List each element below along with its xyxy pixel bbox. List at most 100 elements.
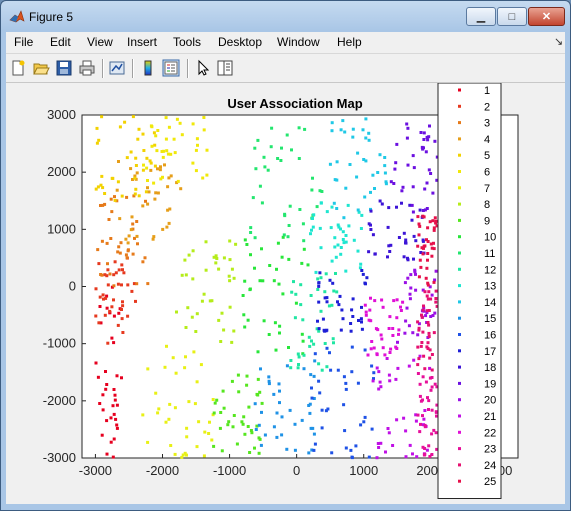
data-point-series-10	[306, 263, 310, 267]
legend-marker	[458, 333, 461, 336]
data-point-series-4	[127, 234, 131, 238]
data-point-series-16	[370, 427, 374, 431]
data-point-series-23	[421, 375, 425, 379]
data-point-series-1	[101, 408, 105, 412]
data-point-series-21	[414, 419, 418, 423]
data-point-series-7	[154, 391, 158, 395]
menu-window[interactable]: Window	[277, 35, 320, 49]
data-point-series-18	[395, 205, 398, 209]
data-point-series-1	[105, 419, 109, 423]
property-editor-icon[interactable]	[216, 59, 234, 77]
colorbar-icon[interactable]	[139, 59, 157, 77]
minimize-button[interactable]: ▁	[466, 7, 496, 26]
data-point-series-18	[369, 209, 373, 213]
data-point-series-22	[391, 334, 395, 337]
data-point-series-12	[310, 339, 313, 343]
menu-desktop[interactable]: Desktop	[218, 35, 262, 49]
data-point-series-25	[429, 242, 433, 246]
data-point-series-6	[154, 134, 158, 138]
data-point-series-16	[350, 370, 354, 374]
data-point-series-4	[124, 237, 128, 241]
data-point-series-10	[260, 247, 263, 251]
legend-icon[interactable]	[162, 59, 180, 77]
data-point-series-12	[319, 309, 323, 313]
data-point-series-7	[192, 350, 196, 354]
data-point-series-6	[166, 152, 170, 156]
window-title: Figure 5	[29, 10, 74, 24]
data-point-series-8	[215, 257, 219, 260]
data-point-series-18	[378, 199, 382, 203]
data-point-series-7	[146, 367, 150, 371]
data-point-series-22	[388, 351, 392, 354]
menu-view[interactable]: View	[87, 35, 113, 49]
data-point-series-3	[144, 199, 147, 203]
data-point-series-17	[318, 271, 322, 275]
legend-label: 18	[484, 362, 496, 374]
data-point-series-19	[393, 167, 397, 171]
menu-help[interactable]: Help	[337, 35, 362, 49]
data-point-series-13	[319, 201, 323, 205]
menu-edit[interactable]: Edit	[50, 35, 71, 49]
data-point-series-13	[359, 262, 363, 266]
data-point-series-9	[218, 426, 222, 430]
data-point-series-22	[391, 327, 395, 330]
data-point-series-4	[149, 168, 153, 172]
data-point-series-22	[389, 347, 393, 351]
data-point-series-8	[180, 273, 184, 277]
data-point-series-2	[130, 289, 134, 293]
data-point-series-6	[160, 150, 164, 153]
data-point-series-24	[421, 330, 425, 334]
pointer-icon[interactable]	[194, 59, 212, 77]
save-icon[interactable]	[55, 59, 73, 77]
data-point-series-12	[289, 359, 293, 362]
data-point-series-23	[423, 447, 427, 450]
data-point-series-17	[328, 278, 332, 282]
data-point-series-22	[395, 298, 399, 302]
maximize-button[interactable]: □	[497, 7, 527, 26]
print-icon[interactable]	[78, 59, 96, 77]
data-point-series-12	[317, 362, 321, 366]
data-point-series-3	[105, 241, 109, 245]
data-point-series-9	[258, 390, 262, 394]
data-point-series-3	[100, 239, 104, 243]
data-point-series-15	[259, 367, 262, 371]
data-point-series-4	[126, 241, 130, 245]
data-point-series-2	[113, 260, 117, 264]
data-point-series-1	[115, 374, 119, 378]
link-plot-icon[interactable]	[108, 59, 126, 77]
new-figure-icon[interactable]	[9, 59, 27, 77]
dock-arrow-icon[interactable]: ↘	[554, 35, 563, 48]
data-point-series-2	[117, 268, 121, 272]
data-point-series-4	[135, 234, 139, 238]
title-bar[interactable]: Figure 5 ▁ □ ✕	[1, 1, 570, 33]
data-point-series-6	[175, 117, 179, 121]
data-point-series-16	[342, 403, 346, 407]
data-point-series-24	[416, 345, 420, 349]
data-point-series-7	[174, 371, 178, 375]
data-point-series-6	[194, 169, 198, 173]
data-point-series-17	[357, 319, 360, 322]
menu-tools[interactable]: Tools	[173, 35, 201, 49]
data-point-series-1	[113, 398, 117, 402]
close-button[interactable]: ✕	[528, 7, 565, 26]
y-tick-label: -1000	[43, 336, 76, 351]
data-point-series-17	[361, 272, 365, 276]
data-point-series-16	[350, 345, 354, 349]
data-point-series-12	[325, 365, 329, 369]
menu-insert[interactable]: Insert	[127, 35, 157, 49]
data-point-series-9	[230, 379, 234, 383]
data-point-series-8	[202, 292, 206, 296]
data-point-series-22	[368, 308, 372, 312]
data-point-series-19	[400, 189, 404, 193]
data-point-series-14	[351, 127, 355, 131]
data-point-series-12	[331, 337, 335, 341]
data-point-series-11	[249, 231, 253, 234]
data-point-series-10	[267, 333, 271, 336]
menu-file[interactable]: File	[14, 35, 33, 49]
data-point-series-1	[112, 341, 116, 345]
data-point-series-7	[193, 402, 197, 406]
open-file-icon[interactable]	[32, 59, 50, 77]
data-point-series-16	[359, 423, 363, 427]
data-point-series-10	[281, 292, 285, 296]
data-point-series-15	[263, 433, 267, 437]
